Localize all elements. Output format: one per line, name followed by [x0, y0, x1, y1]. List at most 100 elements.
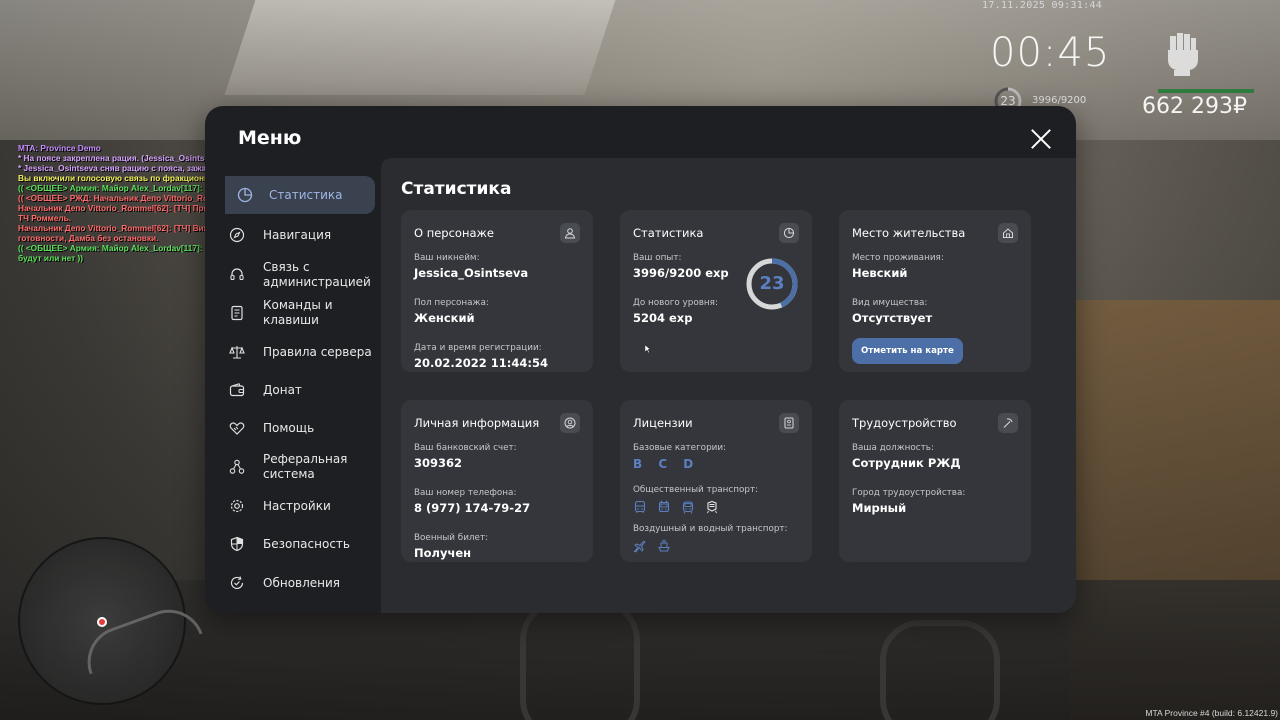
- card-title: О персонаже: [414, 226, 494, 240]
- hud-clock: 00:45: [990, 30, 1111, 76]
- mark-on-map-button[interactable]: Отметить на карте: [852, 338, 963, 364]
- chart-pie-icon: [237, 187, 253, 203]
- position-label: Ваша должность:: [852, 443, 934, 453]
- trolleybus-icon: [658, 500, 670, 513]
- base-categories-value: B C D: [633, 457, 700, 471]
- gender-value: Женский: [414, 311, 475, 325]
- property-label: Вид имущества:: [852, 298, 928, 308]
- handshake-icon: [229, 420, 245, 436]
- card-residence: Место жительства Место проживания: Невск…: [839, 210, 1031, 372]
- base-categories-label: Базовые категории:: [633, 443, 727, 453]
- card-title: Лицензии: [633, 416, 693, 430]
- mouse-cursor: [645, 345, 651, 353]
- train-icon: [707, 500, 717, 514]
- sidebar-item-contact-admin[interactable]: Связь с администрацией: [229, 260, 375, 289]
- sidebar-item-label: Команды и клавиши: [263, 298, 333, 327]
- sidebar-item-label: Навигация: [263, 227, 332, 242]
- residence-value: Невский: [852, 266, 908, 280]
- position-value: Сотрудник РЖД: [852, 456, 961, 470]
- sidebar-item-help[interactable]: Помощь: [229, 420, 375, 436]
- next-level-value: 5204 exp: [633, 311, 693, 325]
- card-licenses: Лицензии Базовые категории: B C D Общест…: [620, 400, 812, 562]
- fist-icon: [1168, 33, 1198, 76]
- hud-money: 662 293₽: [1142, 94, 1247, 119]
- sidebar-item-label: Реферальная система: [263, 452, 348, 481]
- hud-money-bar: [1158, 89, 1254, 93]
- sidebar-item-label: Донат: [263, 382, 302, 397]
- tram-icon: [682, 501, 694, 514]
- menu-title: Меню: [238, 127, 302, 149]
- sidebar-item-updates[interactable]: Обновления: [229, 575, 375, 591]
- level-number: 23: [759, 273, 785, 294]
- compass-icon: [229, 227, 245, 243]
- document-icon: [229, 305, 245, 321]
- shield-icon: [229, 536, 245, 552]
- pickaxe-icon: [998, 413, 1018, 433]
- sidebar-item-label: Правила сервера: [263, 344, 372, 359]
- hud-datetime: 17.11.2025 09:31:44: [982, 0, 1103, 11]
- phone-label: Ваш номер телефона:: [414, 488, 517, 498]
- sidebar-item-referral[interactable]: Реферальная система: [229, 452, 375, 481]
- card-title: Статистика: [633, 226, 704, 240]
- scene-seat: [880, 620, 1000, 720]
- wallet-icon: [229, 382, 245, 398]
- sidebar-item-label: Безопасность: [263, 536, 350, 551]
- phone-value: 8 (977) 174-79-27: [414, 501, 531, 515]
- sidebar-item-label: Статистика: [269, 187, 343, 202]
- build-info: MTA Province #4 (build: 6.12421.9): [1145, 708, 1278, 718]
- military-value: Получен: [414, 546, 472, 560]
- sidebar-item-settings[interactable]: Настройки: [229, 498, 375, 514]
- residence-label: Место проживания:: [852, 253, 944, 263]
- close-button[interactable]: [1030, 128, 1052, 150]
- nickname-label: Ваш никнейм:: [414, 253, 480, 263]
- sidebar-item-label: Связь с администрацией: [263, 260, 371, 289]
- card-character: О персонаже Ваш никнейм: Jessica_Osintse…: [401, 210, 593, 372]
- minimap-player-marker: [97, 617, 107, 627]
- bank-label: Ваш банковский счет:: [414, 443, 517, 453]
- scene-ceiling-beam: [224, 0, 616, 95]
- card-title: Личная информация: [414, 416, 540, 430]
- sidebar-item-label: Помощь: [263, 420, 315, 435]
- scene-seat: [520, 600, 640, 720]
- job-city-label: Город трудоустройства:: [852, 488, 966, 498]
- nickname-value: Jessica_Osintseva: [414, 266, 529, 280]
- public-transport-label: Общественный транспорт:: [633, 485, 759, 495]
- user-circle-icon: [560, 413, 580, 433]
- card-title: Трудоустройство: [852, 416, 957, 430]
- chart-pie-icon: [779, 223, 799, 243]
- sidebar-item-statistics[interactable]: Статистика: [225, 176, 375, 214]
- gear-icon: [229, 498, 245, 514]
- job-city-value: Мирный: [852, 501, 907, 515]
- page-title: Статистика: [401, 179, 512, 199]
- sidebar-item-label: Настройки: [263, 498, 331, 513]
- sidebar-item-security[interactable]: Безопасность: [229, 536, 375, 552]
- gender-label: Пол персонажа:: [414, 298, 489, 308]
- sidebar-item-label: Обновления: [263, 575, 341, 590]
- card-employment: Трудоустройство Ваша должность: Сотрудни…: [839, 400, 1031, 562]
- air-water-transport-label: Воздушный и водный транспорт:: [633, 524, 788, 534]
- property-value: Отсутствует: [852, 311, 933, 325]
- plane-icon: [633, 540, 646, 553]
- network-icon: [229, 459, 245, 475]
- military-label: Военный билет:: [414, 533, 489, 543]
- sidebar-item-donate[interactable]: Донат: [229, 382, 375, 398]
- registration-value: 20.02.2022 11:44:54: [414, 356, 548, 370]
- boat-icon: [658, 540, 670, 552]
- registration-label: Дата и время регистрации:: [414, 343, 542, 353]
- card-title: Место жительства: [852, 226, 966, 240]
- scales-icon: [229, 344, 245, 360]
- content-panel: Статистика О персонаже Ваш никнейм: Jess…: [381, 158, 1076, 613]
- refresh-check-icon: [229, 575, 245, 591]
- id-card-icon: [779, 413, 799, 433]
- sidebar-item-navigation[interactable]: Навигация: [229, 227, 375, 243]
- bank-value: 309362: [414, 456, 463, 470]
- menu-window: Меню Статистика Навигация Связь с админи…: [205, 106, 1076, 613]
- headset-icon: [229, 267, 245, 283]
- card-personal-info: Личная информация Ваш банковский счет: 3…: [401, 400, 593, 562]
- user-icon: [560, 223, 580, 243]
- hud-exp: 3996/9200: [1032, 95, 1087, 106]
- bus-icon: [634, 500, 646, 513]
- sidebar-item-commands[interactable]: Команды и клавиши: [229, 298, 375, 327]
- home-icon: [998, 223, 1018, 243]
- sidebar-item-rules[interactable]: Правила сервера: [229, 344, 375, 360]
